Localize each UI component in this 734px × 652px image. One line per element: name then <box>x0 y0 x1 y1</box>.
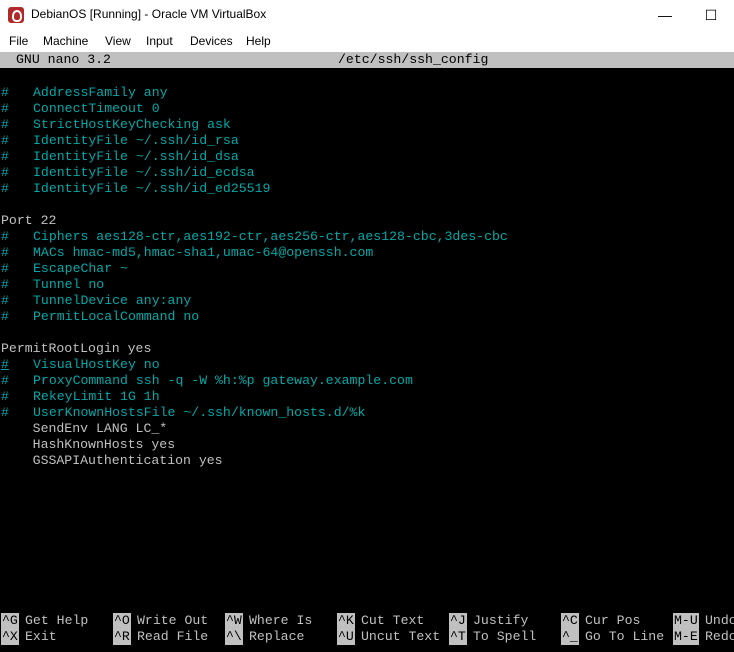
virtualbox-app-icon <box>8 7 24 23</box>
vm-screen[interactable]: GNU nano 3.2 /etc/ssh/ssh_config # Addres… <box>0 52 734 652</box>
editor-line: SendEnv LANG LC_* <box>1 421 168 436</box>
editor-line: # Ciphers aes128-ctr,aes192-ctr,aes256-ct… <box>1 229 508 244</box>
editor-line: # ConnectTimeout 0 <box>1 101 160 116</box>
minimize-button[interactable]: — <box>642 0 688 30</box>
menu-file[interactable]: File <box>9 34 28 48</box>
editor-line: PermitRootLogin yes <box>1 341 152 356</box>
editor-line: # AddressFamily any <box>1 85 168 100</box>
editor-line: # UserKnownHostsFile ~/.ssh/known_hosts.d… <box>1 405 366 420</box>
editor-line: # IdentityFile ~/.ssh/id_dsa <box>1 149 239 164</box>
menu-help[interactable]: Help <box>246 34 271 48</box>
editor-line: # IdentityFile ~/.ssh/id_ecdsa <box>1 165 255 180</box>
nano-filename: /etc/ssh/ssh_config <box>338 52 489 67</box>
shortcut-undo[interactable]: M-U Undo <box>673 613 734 629</box>
editor-line: Port 22 <box>1 213 57 228</box>
menu-devices[interactable]: Devices <box>190 34 233 48</box>
editor-line: GSSAPIAuthentication yes <box>1 453 223 468</box>
menu-view[interactable]: View <box>105 34 131 48</box>
nano-title-bar: GNU nano 3.2 /etc/ssh/ssh_config <box>0 52 734 68</box>
editor-line: # ProxyCommand ssh -q -W %h:%p gateway.ex… <box>1 373 413 388</box>
menu-bar: File Machine View Input Devices Help <box>0 30 734 52</box>
editor-line: # IdentityFile ~/.ssh/id_rsa <box>1 133 239 148</box>
window-title: DebianOS [Running] - Oracle VM VirtualBo… <box>31 7 267 21</box>
editor-line: # StrictHostKeyChecking ask <box>1 117 231 132</box>
maximize-button[interactable]: ☐ <box>688 0 734 30</box>
nano-version: GNU nano 3.2 <box>16 52 111 67</box>
editor-line: # EscapeChar ~ <box>1 261 128 276</box>
menu-input[interactable]: Input <box>146 34 173 48</box>
editor-line: HashKnownHosts yes <box>1 437 176 452</box>
window-titlebar: DebianOS [Running] - Oracle VM VirtualBo… <box>0 0 734 30</box>
text-cursor: # <box>1 357 9 372</box>
editor-line: # TunnelDevice any:any <box>1 293 192 308</box>
editor-line: # Tunnel no <box>1 277 105 292</box>
editor-line: # IdentityFile ~/.ssh/id_ed25519 <box>1 181 271 196</box>
shortcut-redo[interactable]: M-E Redo <box>673 629 734 645</box>
menu-machine[interactable]: Machine <box>43 34 88 48</box>
editor-line: # RekeyLimit 1G 1h <box>1 389 160 404</box>
editor-line-cursor: # VisualHostKey no <box>1 357 160 372</box>
editor-line: # PermitLocalCommand no <box>1 309 200 324</box>
editor-line: # MACs hmac-md5,hmac-sha1,umac-64@openssh… <box>1 245 374 260</box>
